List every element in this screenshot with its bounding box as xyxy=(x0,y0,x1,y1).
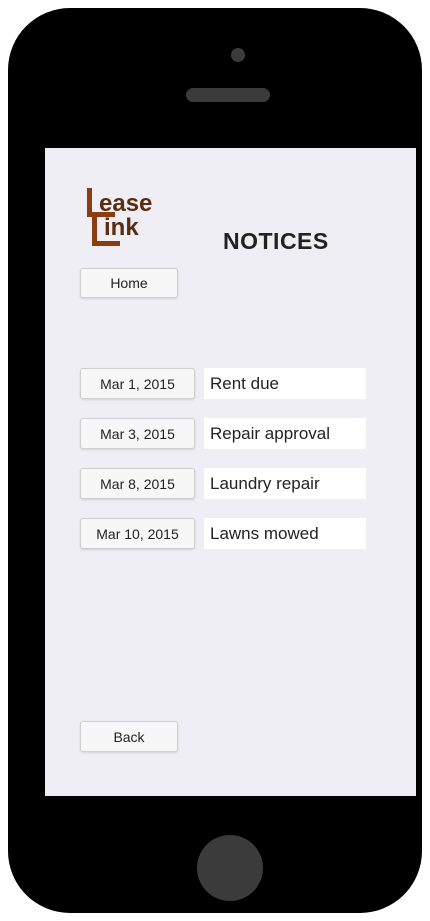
notice-title[interactable]: Rent due xyxy=(204,368,366,399)
leaselink-logo: ease ink xyxy=(87,188,183,246)
app-screen: ease ink NOTICES Home Mar 1, 2015 Rent d… xyxy=(45,148,416,796)
notice-title[interactable]: Repair approval xyxy=(204,418,366,449)
home-button[interactable]: Home xyxy=(80,268,178,298)
logo-word-link: ink xyxy=(104,214,139,241)
notice-date-button[interactable]: Mar 10, 2015 xyxy=(80,518,195,549)
notice-title[interactable]: Laundry repair xyxy=(204,468,366,499)
notice-date-button[interactable]: Mar 8, 2015 xyxy=(80,468,195,499)
notice-date-button[interactable]: Mar 1, 2015 xyxy=(80,368,195,399)
notice-date-button[interactable]: Mar 3, 2015 xyxy=(80,418,195,449)
page-title: NOTICES xyxy=(223,228,329,254)
hardware-home-button[interactable] xyxy=(197,835,263,901)
back-button[interactable]: Back xyxy=(80,721,178,752)
notice-title[interactable]: Lawns mowed xyxy=(204,518,366,549)
logo-bracket-bottom-foot xyxy=(92,241,120,246)
front-camera xyxy=(231,48,245,62)
phone-frame: ease ink NOTICES Home Mar 1, 2015 Rent d… xyxy=(8,8,422,913)
earpiece-speaker xyxy=(186,88,270,102)
